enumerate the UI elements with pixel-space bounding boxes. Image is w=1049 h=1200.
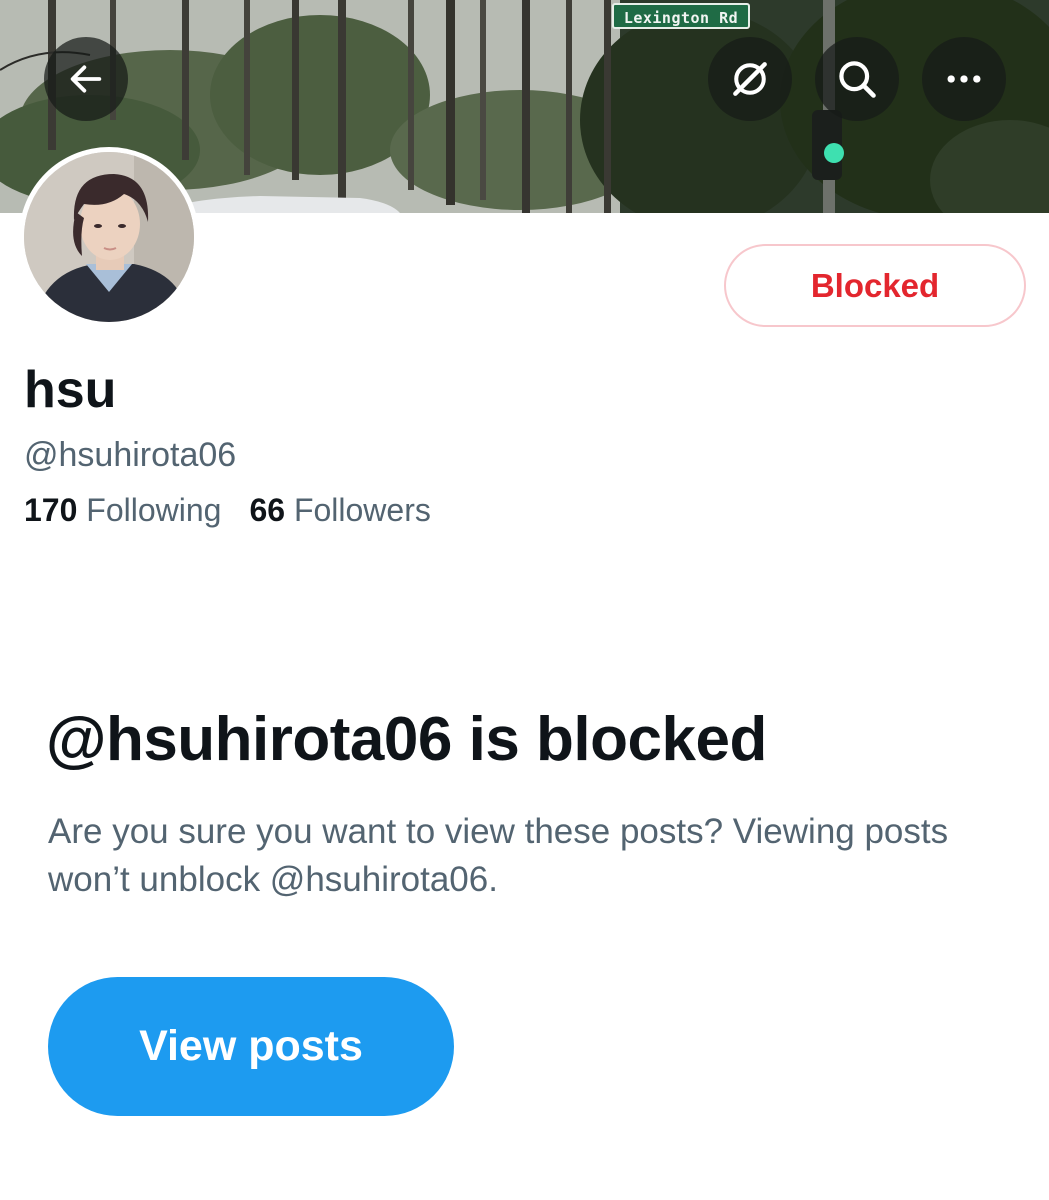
avatar[interactable] <box>19 147 199 327</box>
followers-label: Followers <box>293 492 431 528</box>
following-label: Following <box>86 492 222 528</box>
more-horizontal-icon <box>947 75 981 83</box>
followers-count: 66 <box>249 492 286 528</box>
profile-page: Lexington Rd Blocked hsu @hsuhirota06 17… <box>0 0 1049 1200</box>
following-count: 170 <box>24 492 78 528</box>
search-icon <box>839 61 876 98</box>
blocked-notice-description: Are you sure you want to view these post… <box>48 812 949 899</box>
more-button[interactable] <box>922 37 1006 121</box>
search-button[interactable] <box>815 37 899 121</box>
view-posts-button[interactable]: View posts <box>48 977 454 1116</box>
following-link[interactable]: 170 Following <box>24 488 221 532</box>
followers-link[interactable]: 66 Followers <box>249 488 430 532</box>
street-sign: Lexington Rd <box>612 3 750 29</box>
arrow-left-icon <box>70 65 102 93</box>
grok-button[interactable] <box>708 37 792 121</box>
profile-stats: 170 Following 66 Followers <box>24 488 431 532</box>
back-button[interactable] <box>44 37 128 121</box>
username-handle: @hsuhirota06 <box>24 436 237 474</box>
grok-icon <box>733 62 767 96</box>
blocked-notice-title: @hsuhirota06 is blocked <box>46 705 767 774</box>
display-name: hsu <box>24 361 117 419</box>
avatar-photo <box>24 152 194 322</box>
blocked-button[interactable]: Blocked <box>724 244 1026 327</box>
